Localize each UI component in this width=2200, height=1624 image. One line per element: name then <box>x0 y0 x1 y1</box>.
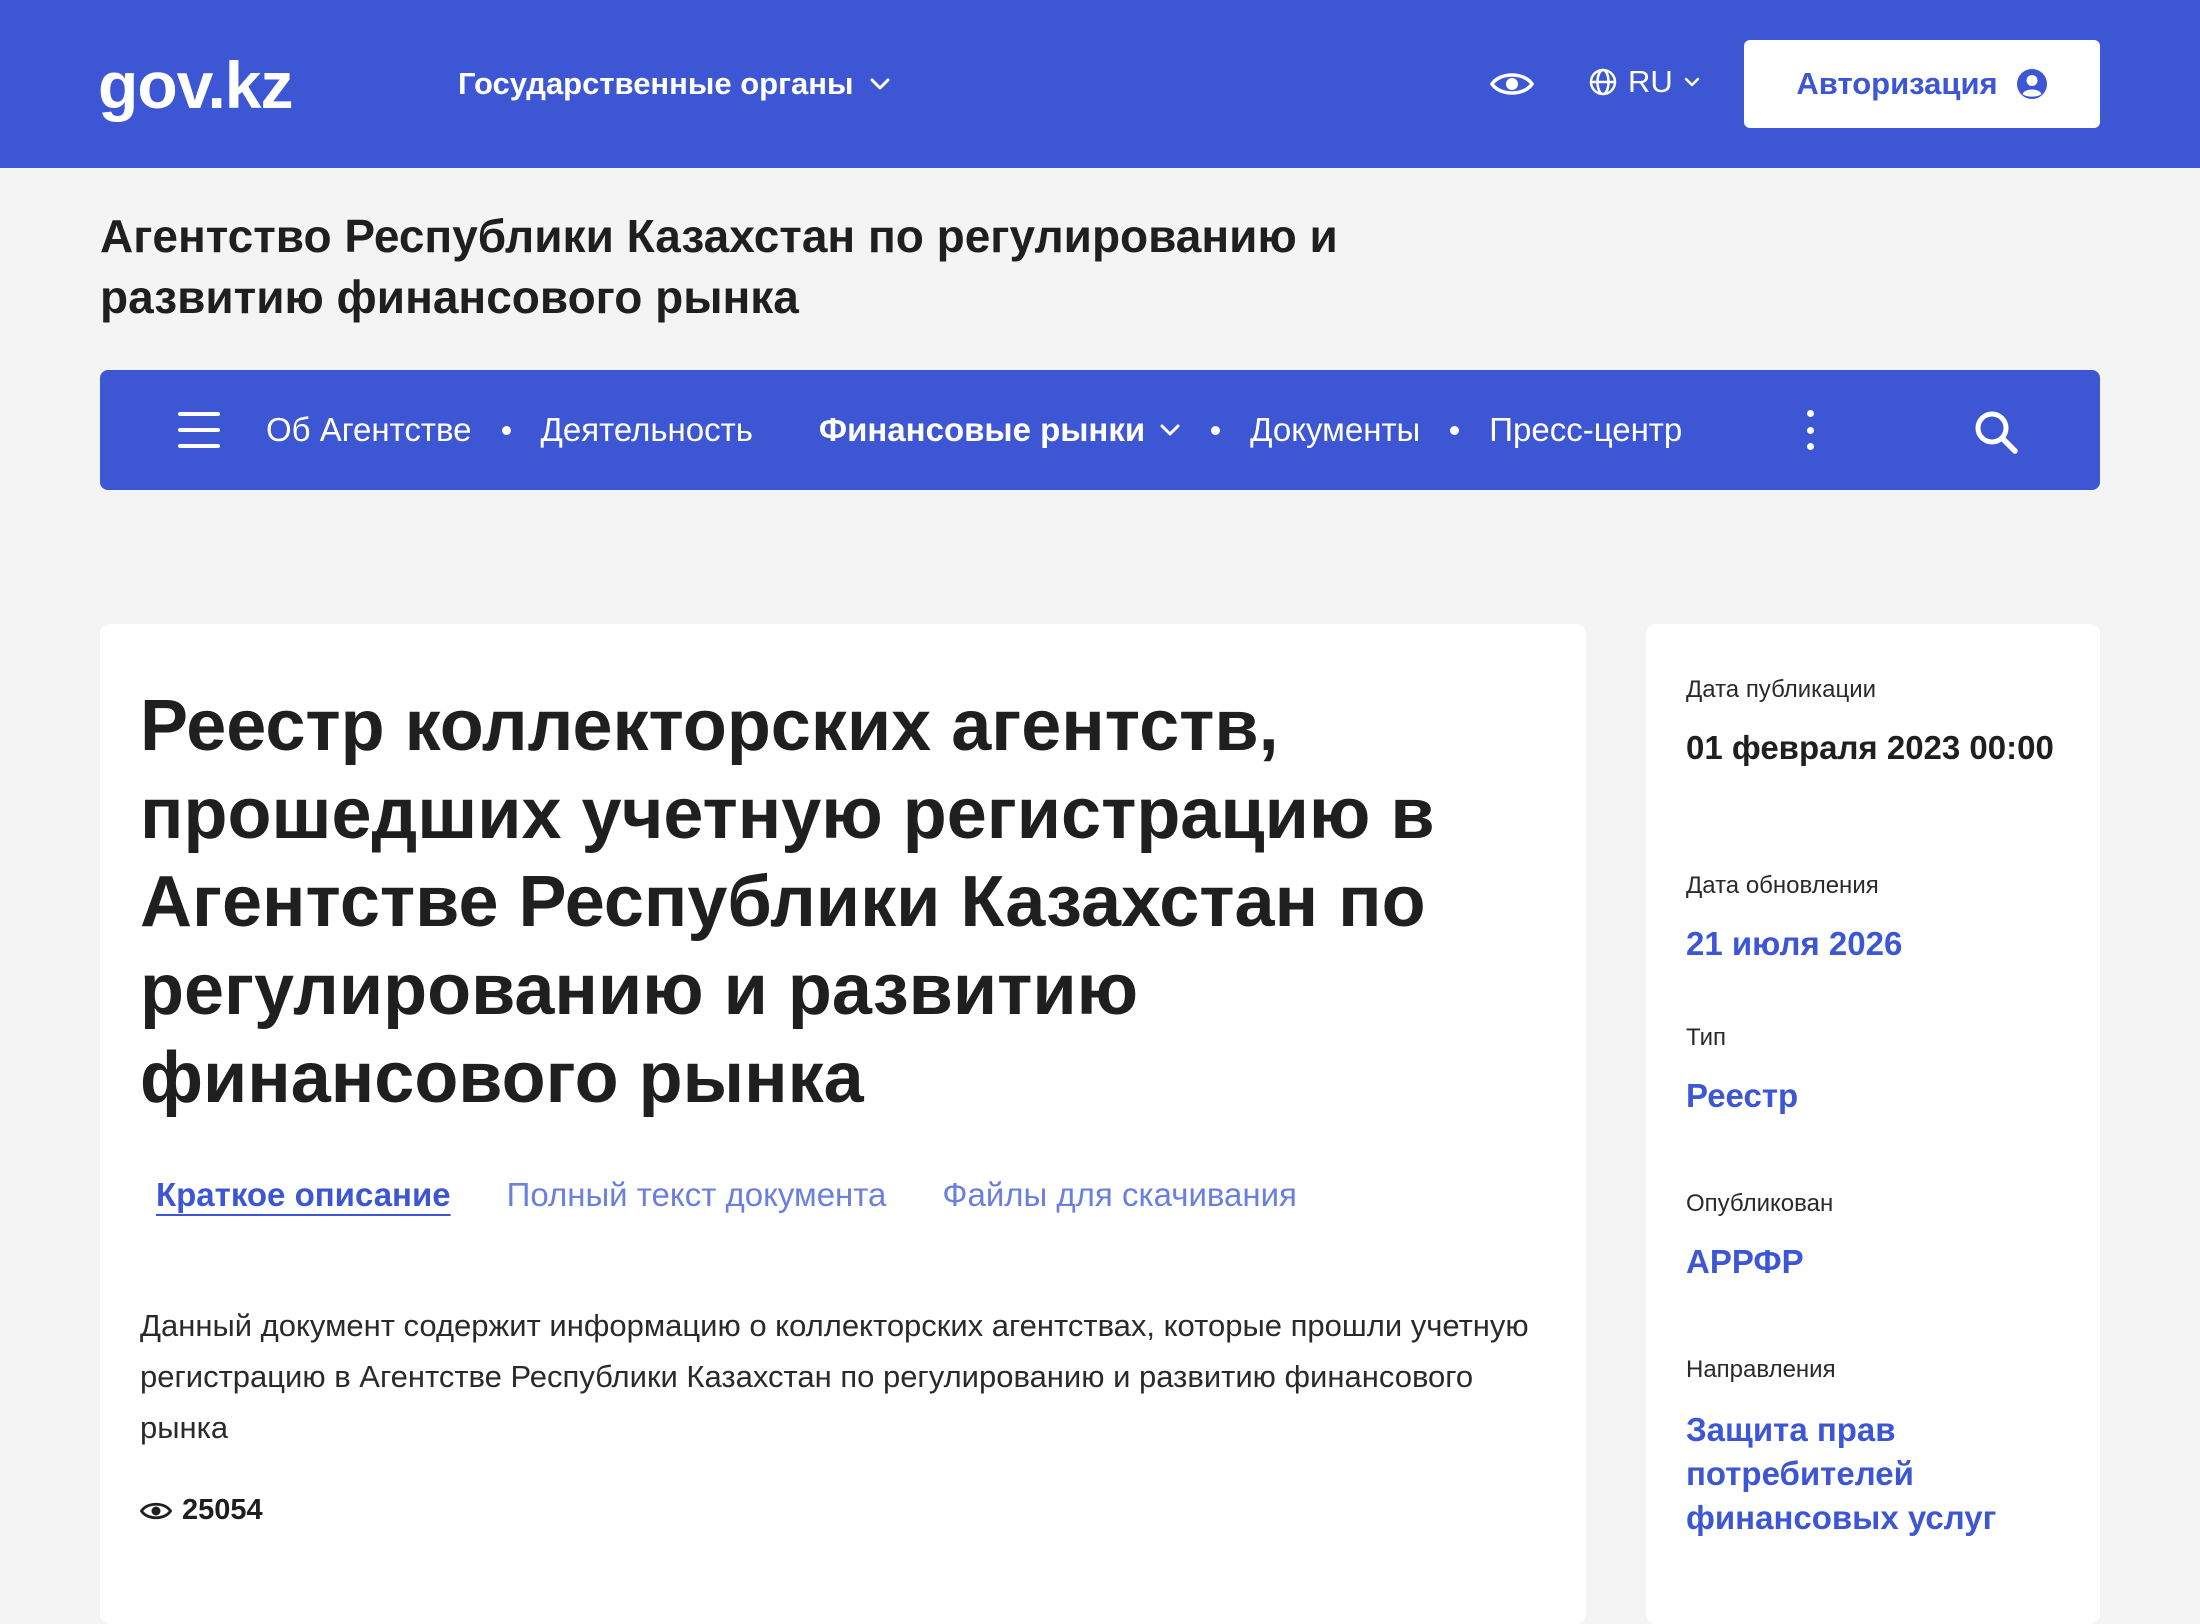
nav-items: Об Агентстве Деятельность Финансовые рын… <box>266 370 1682 490</box>
nav-separator-dot <box>1211 425 1221 435</box>
directions-label: Направления <box>1686 1356 1836 1383</box>
gov-kz-logo[interactable]: gov.kz <box>98 52 293 118</box>
nav-item-about[interactable]: Об Агентстве <box>266 411 472 449</box>
published-date-label: Дата публикации <box>1686 676 1877 703</box>
chevron-down-icon <box>1160 424 1180 436</box>
nav-item-press-center[interactable]: Пресс-центр <box>1489 411 1682 449</box>
menu-burger-icon[interactable] <box>178 412 220 448</box>
main-navbar: Об Агентстве Деятельность Финансовые рын… <box>100 370 2100 490</box>
document-card: Реестр коллекторских агентств, прошедших… <box>100 624 1586 1624</box>
publisher-label: Опубликован <box>1686 1190 1834 1217</box>
gov-bodies-dropdown[interactable]: Государственные органы <box>458 66 891 102</box>
accessibility-eye-button[interactable] <box>1490 62 1534 106</box>
updated-date-value[interactable]: 21 июля 2026 <box>1686 922 2076 966</box>
publisher-value[interactable]: АРРФР <box>1686 1240 2076 1284</box>
nav-item-documents[interactable]: Документы <box>1250 411 1420 449</box>
tab-full-text[interactable]: Полный текст документа <box>507 1176 887 1214</box>
user-circle-icon <box>2016 69 2047 99</box>
auth-button[interactable]: Авторизация <box>1744 40 2100 128</box>
agency-title[interactable]: Агентство Республики Казахстан по регули… <box>100 206 1420 328</box>
document-meta-card: Дата публикации 01 февраля 2023 00:00 Да… <box>1646 624 2100 1624</box>
type-label: Тип <box>1686 1024 1727 1051</box>
updated-date-label: Дата обновления <box>1686 872 1879 899</box>
nav-item-financial-markets[interactable]: Финансовые рынки <box>819 411 1181 449</box>
eye-icon <box>1490 73 1534 95</box>
language-label: RU <box>1628 64 1673 99</box>
language-selector[interactable]: RU <box>1588 64 1701 100</box>
nav-item-financial-markets-label: Финансовые рынки <box>818 411 1146 448</box>
eye-icon <box>140 1502 172 1519</box>
tab-summary[interactable]: Краткое описание <box>156 1176 451 1214</box>
nav-separator-dot <box>501 425 511 435</box>
auth-button-label: Авторизация <box>1796 66 1998 101</box>
document-tabs: Краткое описание Полный текст документа … <box>156 1176 1297 1214</box>
search-icon[interactable] <box>1972 408 2020 456</box>
top-header: gov.kz Государственные органы RU Авториз… <box>0 0 2200 168</box>
gov-bodies-label: Государственные органы <box>458 66 854 101</box>
chevron-down-icon <box>870 78 890 90</box>
directions-value[interactable]: Защита прав потребителей финансовых услу… <box>1686 1408 2076 1540</box>
more-vertical-icon[interactable] <box>1800 410 1820 450</box>
nav-separator-dot <box>1450 425 1460 435</box>
document-title: Реестр коллекторских агентств, прошедших… <box>140 686 1435 1118</box>
views-counter: 25054 <box>140 1494 263 1527</box>
document-summary: Данный документ содержит информацию о ко… <box>140 1308 1529 1445</box>
type-value[interactable]: Реестр <box>1686 1074 2076 1118</box>
published-date-value: 01 февраля 2023 00:00 <box>1686 729 2054 766</box>
chevron-down-icon <box>1684 77 1700 87</box>
globe-icon <box>1589 68 1617 96</box>
tab-downloads[interactable]: Файлы для скачивания <box>942 1176 1297 1214</box>
views-count: 25054 <box>182 1494 263 1526</box>
nav-item-activity[interactable]: Деятельность <box>541 411 753 449</box>
